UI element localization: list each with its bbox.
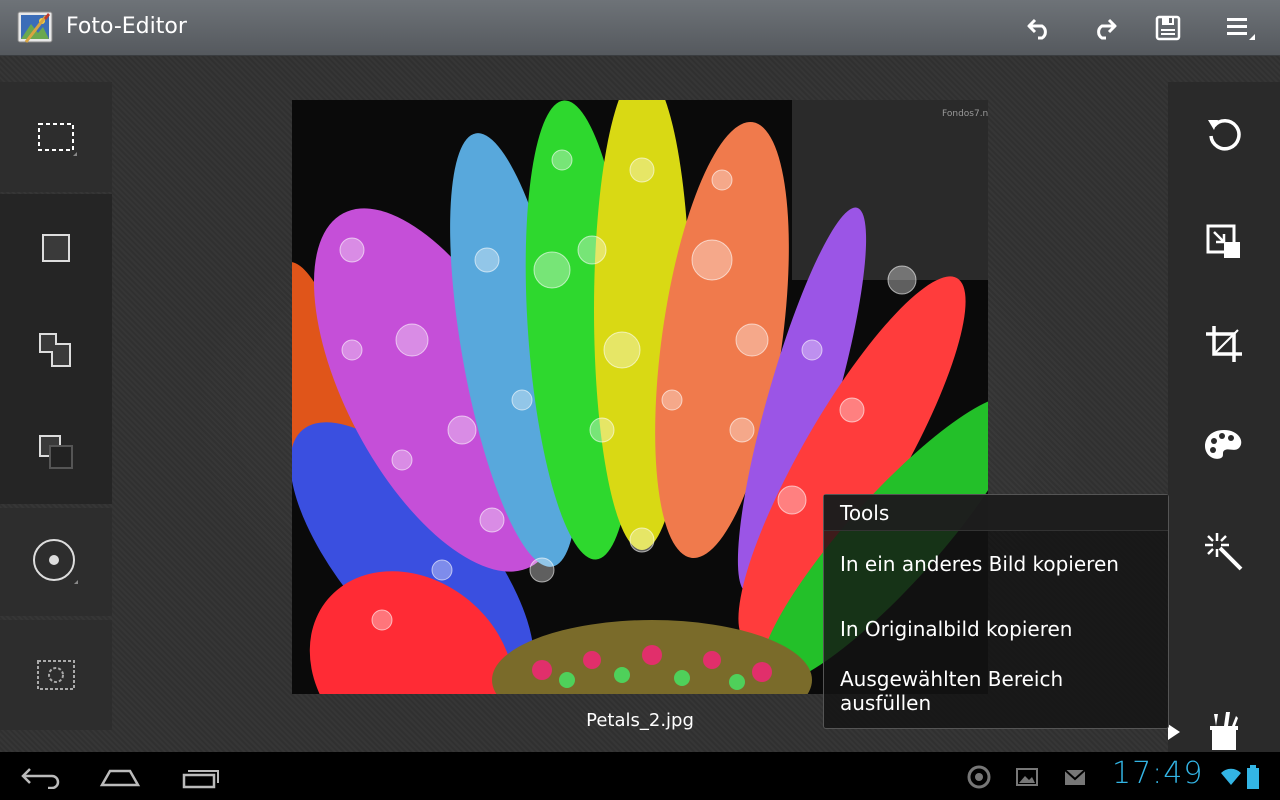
recent-apps-icon [182, 770, 219, 789]
magic-wand-button[interactable] [1168, 512, 1280, 592]
rect-select-icon [38, 123, 77, 156]
save-icon [1155, 15, 1181, 41]
selection-toolbar [0, 82, 112, 756]
app-icon[interactable] [16, 10, 56, 46]
back-icon [21, 768, 60, 789]
fill-selection-item[interactable]: Ausgewählten Bereich ausfüllen [824, 661, 1168, 721]
sync-notification-icon[interactable] [966, 764, 992, 790]
edit-toolbar [1168, 82, 1280, 756]
selection-border-icon [37, 660, 75, 690]
tools-popup-menu: Tools In ein anderes Bild kopieren In Or… [823, 494, 1169, 729]
home-icon [99, 769, 141, 787]
back-button[interactable] [12, 760, 72, 794]
undo-button[interactable] [1020, 10, 1060, 46]
watermark-text: Fondos7.n [942, 109, 988, 119]
add-selection-icon [39, 333, 71, 367]
status-clock[interactable]: 17:49 [1112, 756, 1203, 791]
subtract-selection-button[interactable] [0, 402, 112, 502]
submenu-indicator-icon [1168, 724, 1180, 740]
radial-select-icon [33, 539, 78, 584]
popup-title: Tools [824, 495, 1168, 531]
save-button[interactable] [1148, 10, 1188, 46]
battery-icon [1246, 764, 1260, 790]
crop-icon [1206, 326, 1242, 362]
selection-border-button[interactable] [0, 620, 112, 730]
palette-button[interactable] [1168, 406, 1280, 486]
home-button[interactable] [90, 760, 150, 794]
undo-icon [1027, 18, 1047, 40]
gallery-notification-icon[interactable] [1014, 764, 1040, 790]
add-selection-button[interactable] [0, 300, 112, 400]
redo-button[interactable] [1084, 10, 1124, 46]
new-selection-button[interactable] [0, 198, 112, 298]
copy-to-original-item[interactable]: In Originalbild kopieren [824, 596, 1168, 661]
palette-icon [1205, 430, 1242, 459]
system-navbar: 17:49 [0, 752, 1280, 800]
subtract-selection-icon [39, 435, 73, 469]
resize-button[interactable] [1168, 202, 1280, 282]
new-selection-icon [42, 234, 70, 262]
overflow-menu-button[interactable] [1218, 10, 1258, 46]
app-title: Foto-Editor [66, 14, 187, 39]
crop-button[interactable] [1168, 304, 1280, 384]
filename-label: Petals_2.jpg [586, 710, 694, 731]
redo-icon [1097, 18, 1117, 40]
rect-select-button[interactable] [0, 82, 112, 192]
menu-icon [1227, 18, 1255, 40]
gmail-notification-icon[interactable] [1062, 764, 1088, 790]
action-bar: Foto-Editor [0, 0, 1280, 56]
wifi-icon [1218, 764, 1244, 790]
magic-wand-icon [1205, 533, 1243, 571]
rotate-button[interactable] [1168, 94, 1280, 174]
copy-to-other-image-item[interactable]: In ein anderes Bild kopieren [824, 531, 1168, 596]
radial-select-button[interactable] [0, 508, 112, 616]
recent-apps-button[interactable] [170, 760, 230, 794]
resize-icon [1206, 224, 1240, 258]
rotate-icon [1208, 118, 1241, 151]
tools-icon [1210, 712, 1238, 750]
